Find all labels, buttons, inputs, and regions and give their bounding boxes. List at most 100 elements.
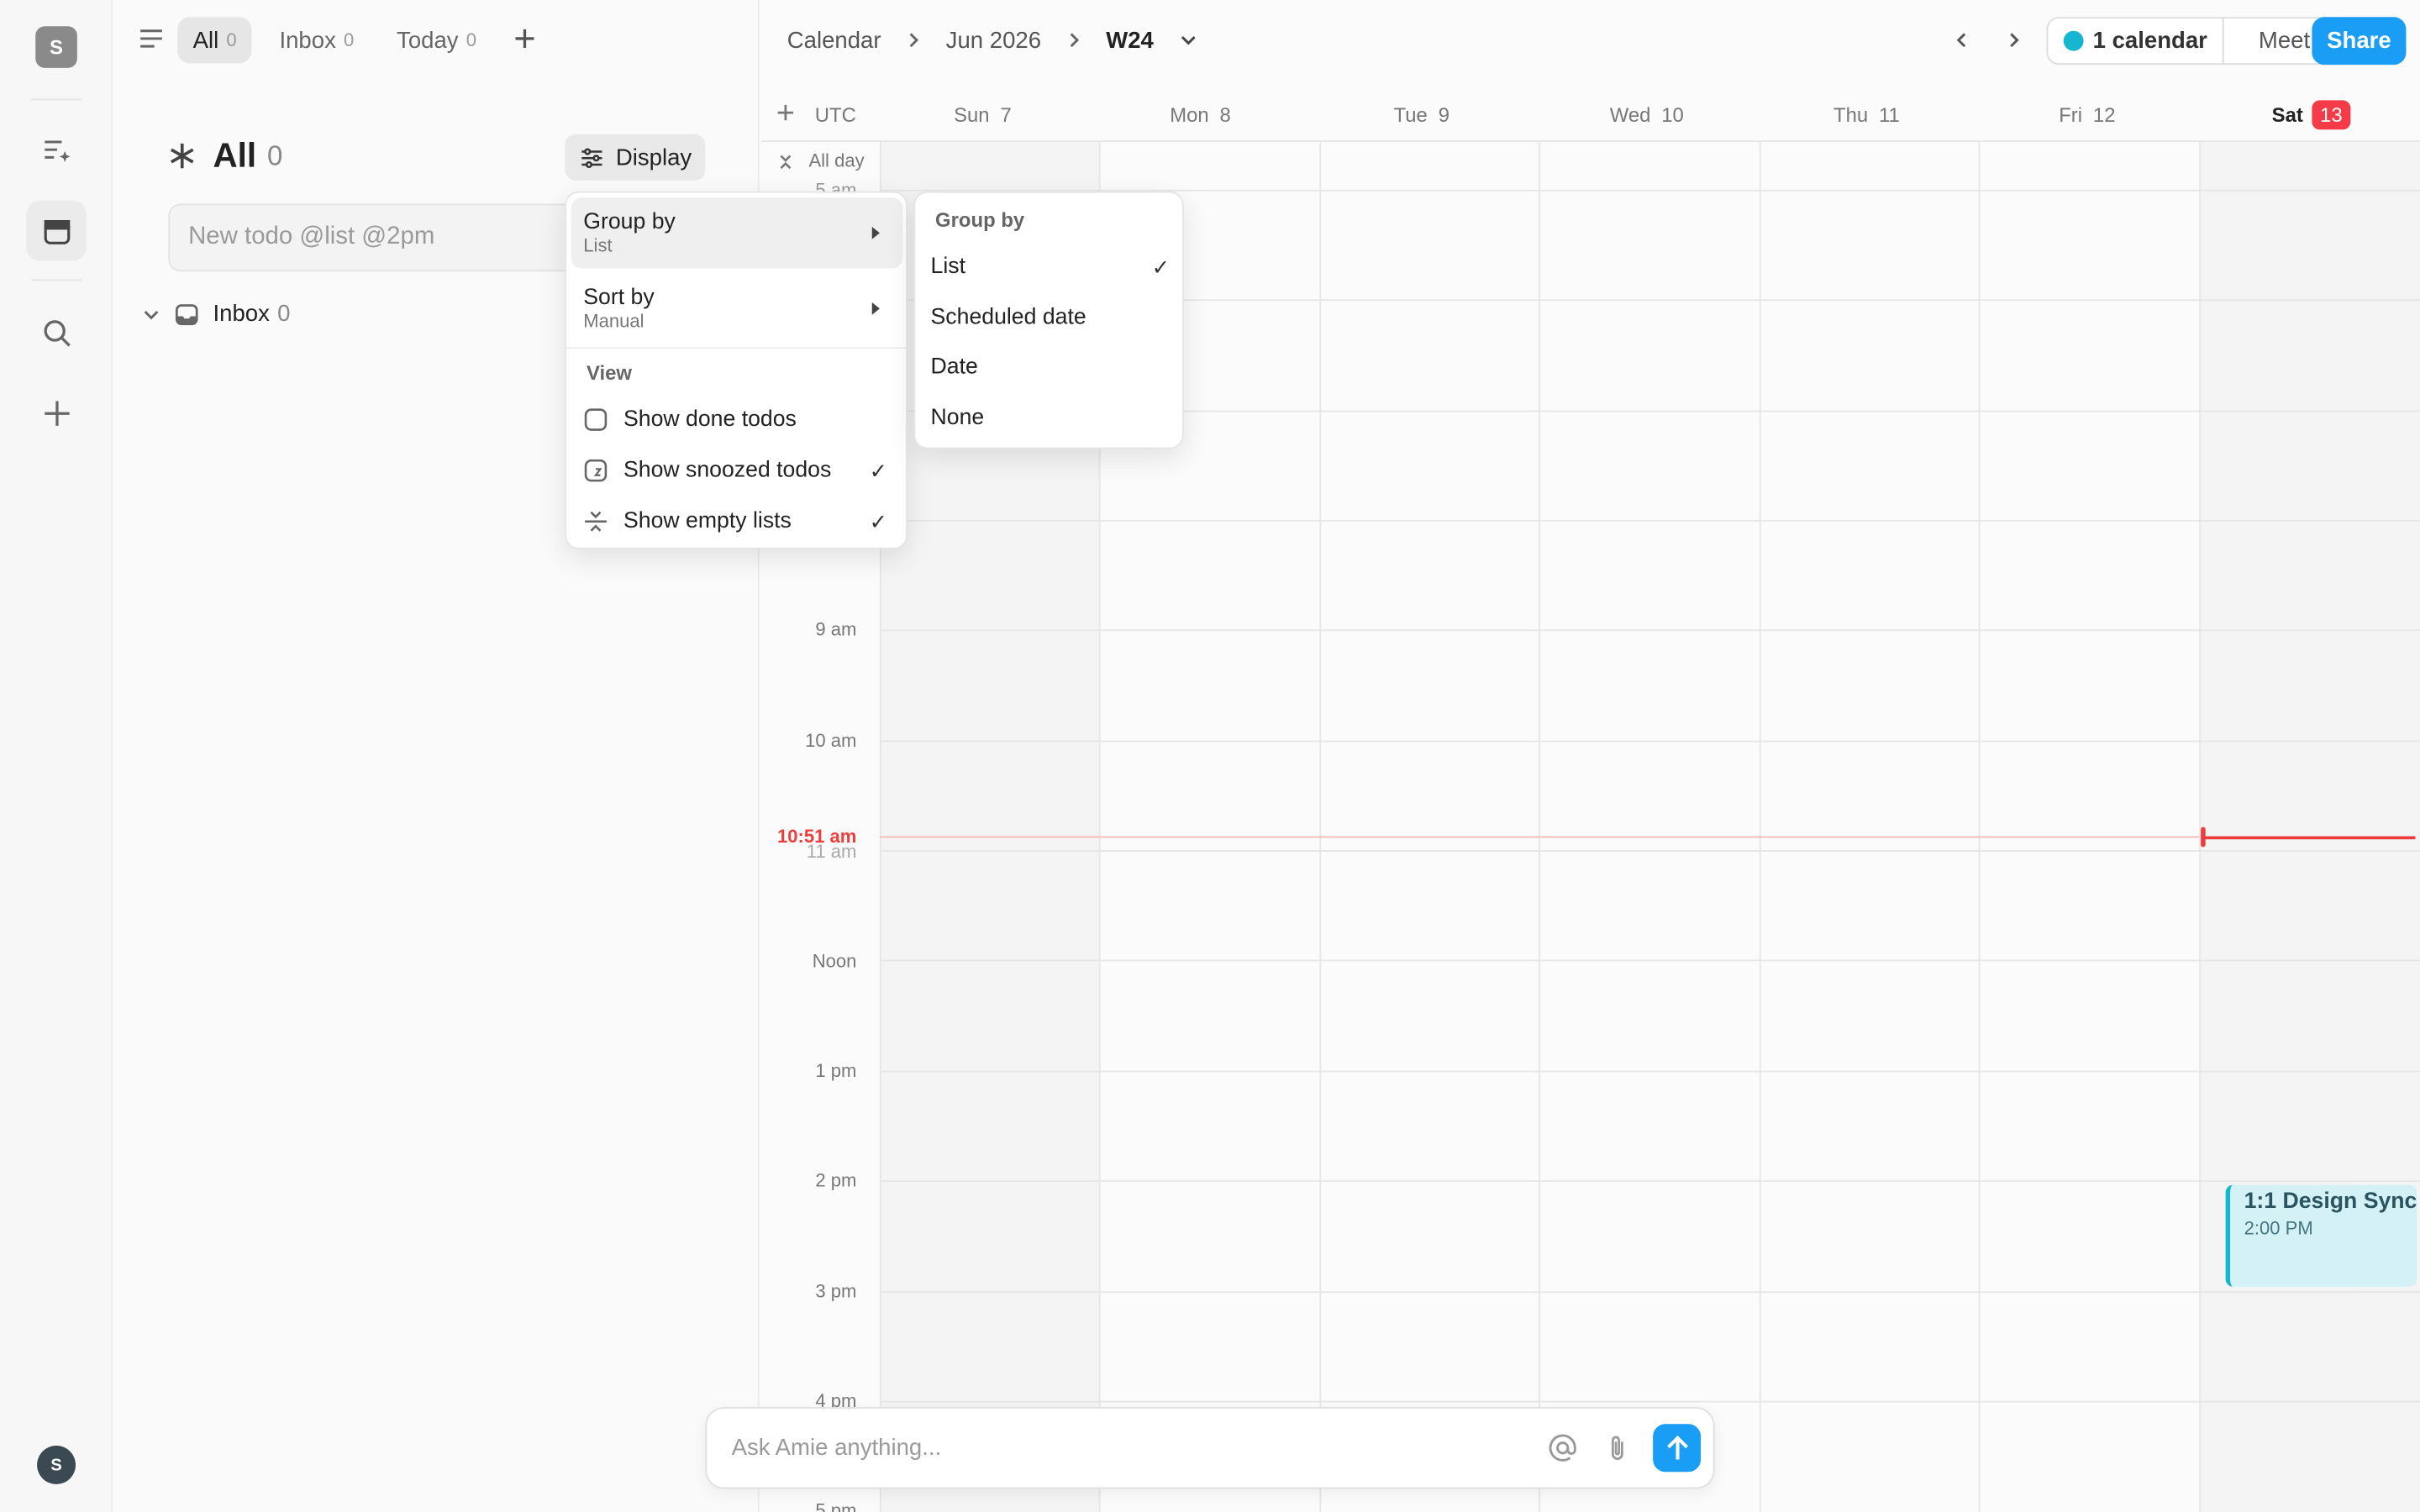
user-avatar[interactable]: S (37, 1446, 76, 1484)
day-name: Thu (1833, 102, 1869, 126)
inbox-count: 0 (277, 301, 291, 328)
breadcrumb-month[interactable]: Jun 2026 (946, 27, 1041, 53)
group-option-scheduled-date[interactable]: Scheduled date (931, 295, 1171, 341)
option-label: Scheduled date (930, 305, 1086, 331)
calendar-icon[interactable] (26, 200, 87, 261)
hour-line (879, 740, 2420, 743)
display-button[interactable]: Display (565, 134, 706, 181)
menu-item-label: Show empty lists (623, 509, 792, 534)
prev-week-button[interactable] (1942, 20, 1982, 60)
attachment-icon[interactable] (1602, 1431, 1634, 1472)
mention-icon[interactable] (1546, 1431, 1579, 1472)
day-name: Wed (1609, 102, 1651, 126)
day-header[interactable]: Mon 8 (1170, 96, 1231, 133)
day-number: 12 (2092, 102, 2116, 126)
group-by-submenu: Group by List ✓ Scheduled date Date None (913, 191, 1184, 449)
list-item-inbox[interactable]: Inbox 0 (142, 301, 290, 327)
group-by-value: List (583, 234, 613, 256)
sort-by-label: Sort by (583, 285, 655, 311)
display-label: Display (615, 144, 692, 171)
chevron-down-icon[interactable] (1178, 29, 1200, 51)
tab-count: 0 (344, 29, 355, 51)
add-icon[interactable] (26, 383, 87, 444)
collapse-allday-icon[interactable] (776, 151, 795, 179)
option-label: None (930, 406, 985, 431)
collapse-icon (585, 511, 607, 532)
hour-label: 1 pm (815, 1059, 857, 1082)
page-title: All 0 (166, 136, 282, 176)
group-option-list[interactable]: List ✓ (931, 244, 1171, 290)
add-timezone-icon[interactable] (776, 102, 795, 129)
day-header[interactable]: Thu 11 (1833, 96, 1900, 133)
day-column-divider (1978, 141, 1981, 1512)
hour-line (879, 959, 2420, 962)
day-number: 11 (1879, 102, 1900, 126)
hour-line (879, 519, 2420, 522)
new-todo-input[interactable]: New todo @list @2pm (168, 203, 632, 272)
hour-label: 9 am (815, 618, 857, 641)
day-header[interactable]: Tue 9 (1394, 96, 1449, 133)
day-number: 7 (1000, 102, 1012, 126)
menu-item-show-empty[interactable]: Show empty lists ✓ (571, 498, 903, 544)
hour-line (879, 629, 2420, 632)
workspace-avatar[interactable]: S (35, 26, 77, 68)
calendar-color-dot (2063, 30, 2084, 51)
tab-count: 0 (466, 29, 477, 51)
tab-count: 0 (226, 29, 237, 51)
menu-item-label: Show snoozed todos (623, 458, 832, 483)
checkmark-icon: ✓ (869, 457, 888, 482)
sidebar-toggle-icon[interactable] (137, 24, 165, 60)
timezone-label: UTC (814, 102, 856, 126)
breadcrumb: Calendar Jun 2026 W24 (787, 20, 1200, 60)
hour-line (879, 1400, 2420, 1403)
day-name: Sun (954, 102, 990, 126)
tab-label: Inbox (279, 27, 336, 54)
todo-sparkle-icon[interactable] (26, 120, 87, 181)
day-header[interactable]: Wed 10 (1610, 96, 1684, 133)
done-todo-icon (584, 408, 608, 431)
share-button[interactable]: Share (2312, 17, 2407, 66)
option-label: List (930, 255, 966, 280)
menu-item-show-done[interactable]: Show done todos (571, 396, 903, 443)
day-header[interactable]: Sat 13 (2272, 96, 2350, 133)
chevron-right-icon (1069, 33, 1079, 48)
hour-label: 5 pm (815, 1499, 857, 1512)
menu-item-group-by[interactable]: Group by List (571, 197, 903, 269)
day-header[interactable]: Sun 7 (954, 96, 1012, 133)
event-title: 1:1 Design Sync (2244, 1189, 2417, 1215)
calendars-label: 1 calendar (2092, 28, 2207, 55)
title-text: All (213, 135, 257, 175)
day-number: 8 (1219, 102, 1231, 126)
group-option-date[interactable]: Date (931, 344, 1171, 391)
inbox-label: Inbox (213, 301, 270, 328)
group-option-none[interactable]: None (931, 395, 1171, 441)
breadcrumb-calendar[interactable]: Calendar (787, 27, 881, 53)
menu-item-show-snoozed[interactable]: Show snoozed todos ✓ (571, 448, 903, 494)
tab-inbox[interactable]: Inbox 0 (264, 17, 370, 63)
tab-label: All (192, 27, 219, 54)
checkmark-icon: ✓ (869, 508, 888, 533)
menu-divider (566, 347, 907, 349)
ask-placeholder: Ask Amie anything... (731, 1435, 942, 1462)
current-time-marker (2201, 827, 2206, 848)
tab-all[interactable]: All 0 (177, 17, 253, 64)
day-name: Tue (1393, 102, 1428, 126)
breadcrumb-week[interactable]: W24 (1106, 27, 1154, 53)
caret-right-icon (871, 226, 880, 239)
day-name: Sat (2271, 102, 2303, 126)
add-tab-icon[interactable] (513, 26, 537, 59)
sort-by-value: Manual (583, 310, 644, 332)
calendars-button[interactable]: 1 calendar (2048, 18, 2225, 64)
hour-label: 3 pm (815, 1280, 857, 1303)
weekend-shade (2199, 141, 2420, 1512)
day-header[interactable]: Fri 12 (2059, 96, 2115, 133)
calendar-event[interactable]: 1:1 Design Sync 2:00 PM (2225, 1184, 2417, 1287)
calendar-selector: 1 calendar Meet (2046, 17, 2346, 66)
submenu-heading: Group by (935, 207, 1025, 232)
search-icon[interactable] (26, 302, 87, 363)
chevron-down-icon[interactable] (142, 305, 160, 323)
send-button[interactable] (1653, 1424, 1702, 1473)
tab-today[interactable]: Today 0 (381, 17, 492, 63)
menu-item-sort-by[interactable]: Sort by Manual (571, 273, 903, 344)
next-week-button[interactable] (1994, 20, 2034, 60)
